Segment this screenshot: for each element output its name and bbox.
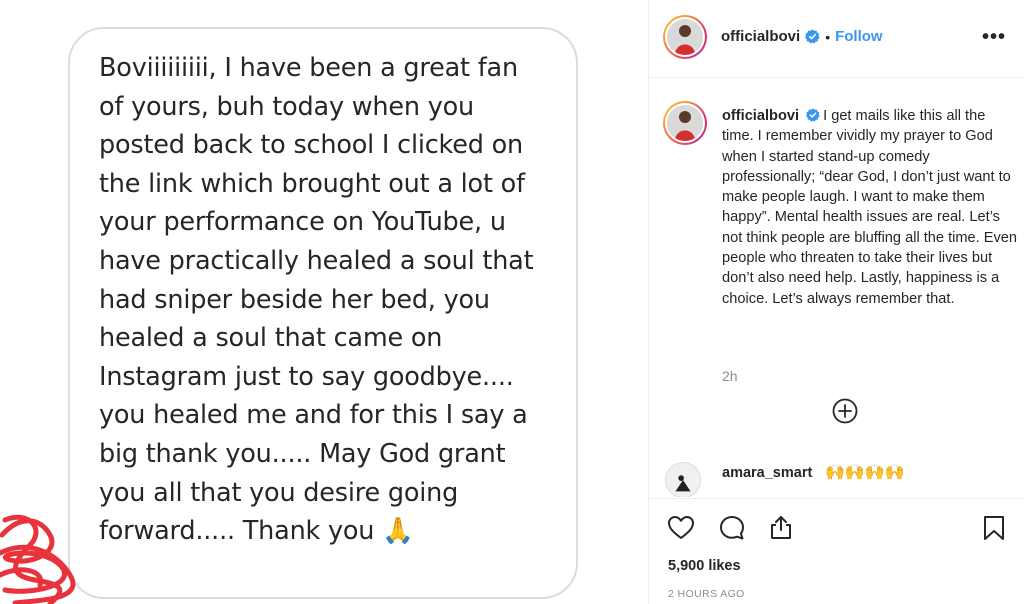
heart-icon[interactable] bbox=[667, 514, 695, 542]
profile-photo-icon bbox=[667, 19, 703, 55]
verified-badge-icon bbox=[805, 29, 820, 44]
post-actions: 5,900 likes 2 HOURS AGO bbox=[649, 498, 1024, 604]
profile-photo-icon bbox=[667, 105, 703, 141]
posted-timestamp: 2 HOURS AGO bbox=[668, 588, 745, 600]
header-username[interactable]: officialbovi bbox=[721, 28, 800, 45]
comment-avatar[interactable] bbox=[665, 462, 701, 497]
comment-row: amara_smart 🙌🙌🙌🙌 bbox=[665, 459, 1015, 497]
more-options-icon[interactable]: ••• bbox=[982, 26, 1006, 49]
bookmark-icon[interactable] bbox=[980, 514, 1008, 542]
separator-dot: • bbox=[825, 28, 831, 45]
verified-badge-icon bbox=[806, 108, 820, 122]
post-panel: officialbovi • Follow ••• officialbovi I… bbox=[649, 0, 1024, 604]
post-header: officialbovi • Follow ••• bbox=[649, 0, 1024, 78]
post-time-ago[interactable]: 2h bbox=[722, 368, 738, 384]
comment-icon[interactable] bbox=[718, 514, 746, 542]
comment-text: 🙌🙌🙌🙌 bbox=[825, 464, 905, 481]
comment-username[interactable]: amara_smart bbox=[722, 465, 812, 481]
likes-count[interactable]: 5,900 likes bbox=[668, 558, 741, 574]
message-text: Boviiiiiiiii, I have been a great fan of… bbox=[99, 53, 542, 547]
user-photo-icon bbox=[666, 463, 700, 497]
share-icon[interactable] bbox=[767, 513, 795, 541]
message-bubble: Boviiiiiiiii, I have been a great fan of… bbox=[68, 27, 578, 599]
caption-username[interactable]: officialbovi bbox=[722, 108, 799, 124]
post-image: Boviiiiiiiii, I have been a great fan of… bbox=[0, 0, 648, 604]
caption-avatar[interactable] bbox=[663, 101, 707, 145]
post-caption: officialbovi I get mails like this all t… bbox=[722, 106, 1018, 309]
follow-button[interactable]: Follow bbox=[835, 28, 883, 45]
caption-text: I get mails like this all the time. I re… bbox=[722, 108, 1018, 307]
avatar[interactable] bbox=[663, 15, 707, 59]
add-comment-icon[interactable] bbox=[832, 398, 858, 424]
caption-section: officialbovi I get mails like this all t… bbox=[649, 79, 1024, 499]
red-scribble bbox=[0, 514, 76, 604]
